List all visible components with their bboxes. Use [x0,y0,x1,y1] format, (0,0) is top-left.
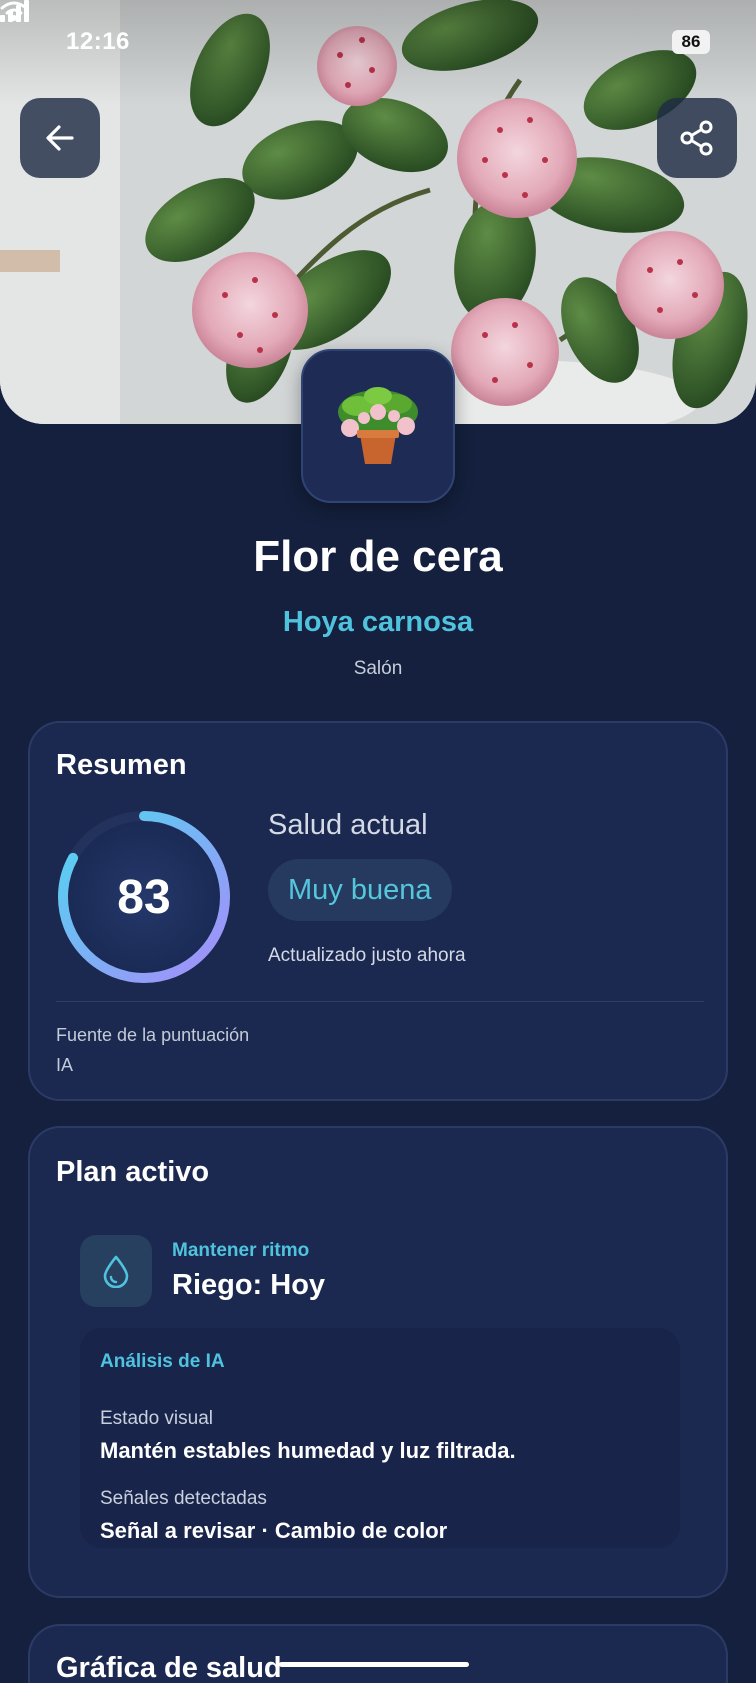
battery-indicator: 86 [672,30,710,54]
signals-label: Señales detectadas [100,1488,267,1509]
summary-card: Resumen 83 Salud actual Muy buena Actual… [28,721,728,1101]
health-chart-card: Gráfica de salud [28,1624,728,1683]
plant-name: Flor de cera [253,532,503,581]
health-status-badge: Muy buena [268,859,452,921]
watering-task-title[interactable]: Riego: Hoy [172,1269,325,1302]
summary-title: Resumen [56,749,187,781]
ai-analysis-title: Análisis de IA [100,1351,225,1372]
visual-state-label: Estado visual [100,1408,214,1429]
ai-analysis-box: Análisis de IA Estado visual Mantén esta… [80,1328,680,1548]
task-eyebrow: Mantener ritmo [172,1240,310,1261]
share-icon [680,120,713,156]
plant-avatar [301,349,455,503]
health-chart-title: Gráfica de salud [56,1652,282,1683]
status-icons: 86 [0,0,710,54]
back-button[interactable] [20,98,100,178]
water-drop-icon [103,1255,129,1288]
score-source-label: Fuente de la puntuación [56,1025,250,1045]
home-indicator[interactable] [279,1662,469,1667]
health-label: Salud actual [268,809,428,841]
divider [56,1001,704,1002]
plant-room: Salón [353,658,403,679]
plan-title: Plan activo [56,1156,210,1188]
watering-task-icon-box[interactable] [80,1235,152,1307]
arrow-left-icon [46,125,74,151]
score-source-value: IA [56,1055,74,1075]
visual-state-value: Mantén estables humedad y luz filtrada. [100,1438,516,1463]
status-time: 12:16 [66,28,130,55]
wifi-icon [0,1,28,21]
share-button[interactable] [657,98,737,178]
status-bar: 12:16 86 [0,0,756,84]
plant-species: Hoya carnosa [282,606,474,638]
potted-plant-icon [338,387,418,464]
health-score: 83 [117,870,171,924]
active-plan-card: Plan activo Mantener ritmo Riego: Hoy An… [28,1126,728,1598]
signals-value: Señal a revisar · Cambio de color [100,1518,448,1543]
updated-timestamp: Actualizado justo ahora [268,945,466,966]
